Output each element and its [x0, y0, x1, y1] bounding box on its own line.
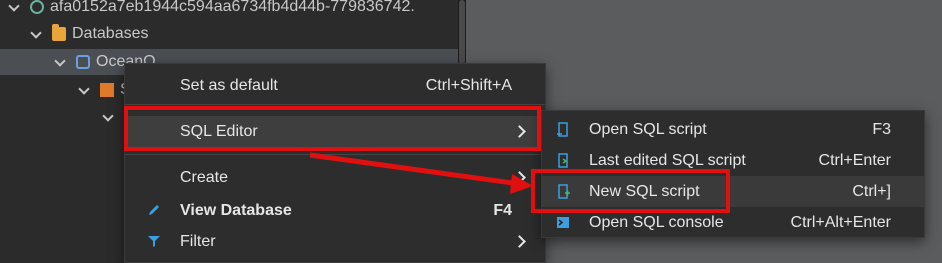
annotation-arrow	[309, 152, 533, 194]
